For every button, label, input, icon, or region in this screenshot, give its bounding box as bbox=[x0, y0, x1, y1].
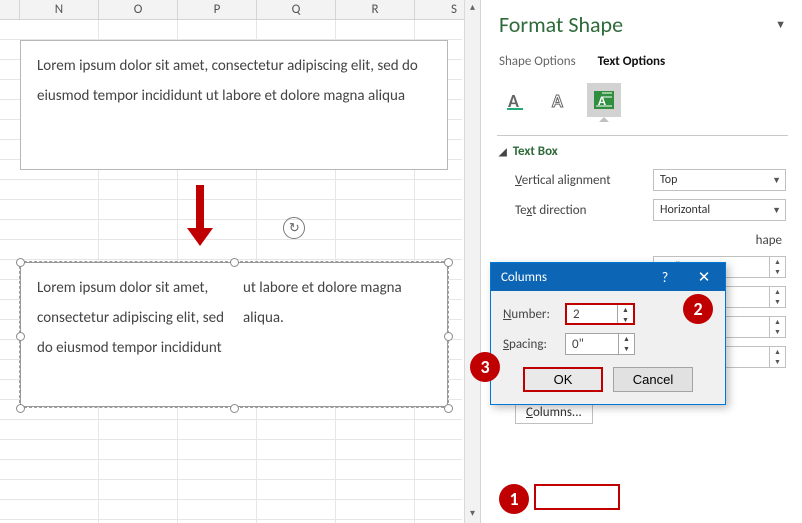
spinner-arrows-icon[interactable]: ▲▼ bbox=[769, 257, 785, 277]
number-label: Number: bbox=[503, 307, 565, 322]
svg-text:A: A bbox=[508, 90, 519, 111]
spacing-spinner[interactable]: 0" ▲▼ bbox=[565, 333, 635, 355]
scroll-up-icon[interactable]: ▴ bbox=[465, 0, 480, 16]
panel-title: Format Shape bbox=[499, 11, 623, 38]
scroll-down-icon[interactable]: ▾ bbox=[465, 506, 480, 522]
text-fill-outline-icon[interactable]: A bbox=[499, 83, 533, 117]
tab-shape-options[interactable]: Shape Options bbox=[499, 54, 576, 69]
col-header[interactable]: Q bbox=[257, 0, 336, 19]
svg-text:A: A bbox=[552, 90, 563, 111]
resize-handle[interactable] bbox=[444, 332, 453, 341]
callout-3: 3 bbox=[470, 352, 500, 382]
help-icon[interactable]: ? bbox=[647, 269, 683, 286]
spinner-arrows-icon[interactable]: ▲▼ bbox=[617, 305, 633, 323]
ok-button[interactable]: OK bbox=[523, 367, 603, 392]
resize-handle[interactable] bbox=[444, 258, 453, 267]
svg-text:A: A bbox=[598, 94, 606, 109]
resize-handle[interactable] bbox=[230, 404, 239, 413]
resize-handle[interactable] bbox=[16, 332, 25, 341]
text-box-single-column[interactable]: Lorem ipsum dolor sit amet, consectetur … bbox=[20, 40, 448, 170]
options-tabstrip: Shape Options Text Options bbox=[499, 54, 786, 69]
panel-menu-caret-icon[interactable]: ▼ bbox=[775, 18, 786, 31]
text-effects-icon[interactable]: A bbox=[543, 83, 577, 117]
col-header[interactable]: O bbox=[99, 0, 178, 19]
column-headers: N O P Q R S bbox=[0, 0, 480, 20]
spinner-arrows-icon[interactable]: ▲▼ bbox=[769, 317, 785, 337]
spacing-label: Spacing: bbox=[503, 337, 565, 352]
cancel-button[interactable]: Cancel bbox=[613, 367, 693, 392]
callout-2: 2 bbox=[683, 294, 713, 324]
tab-text-options[interactable]: Text Options bbox=[598, 54, 666, 69]
vertical-scrollbar[interactable]: ▴ ▾ bbox=[464, 0, 480, 523]
dialog-titlebar[interactable]: Columns ? ✕ bbox=[491, 263, 725, 291]
resize-handle[interactable] bbox=[16, 258, 25, 267]
close-icon[interactable]: ✕ bbox=[683, 268, 725, 287]
text-direction-label: Text direction bbox=[515, 203, 653, 218]
col-header[interactable]: R bbox=[336, 0, 415, 19]
col-header[interactable] bbox=[0, 0, 20, 19]
text-box-selected[interactable]: ↻ Lorem ipsum dolor sit amet, consectetu… bbox=[10, 252, 458, 417]
col-header[interactable]: P bbox=[178, 0, 257, 19]
text-box-two-column[interactable]: Lorem ipsum dolor sit amet, consectetur … bbox=[20, 262, 448, 407]
collapse-triangle-icon: ◢ bbox=[499, 145, 507, 158]
spinner-arrows-icon[interactable]: ▲▼ bbox=[769, 287, 785, 307]
resize-handle[interactable] bbox=[230, 258, 239, 267]
dropdown-icon: ▼ bbox=[772, 205, 781, 216]
number-spinner[interactable]: 2 ▲▼ bbox=[565, 303, 635, 325]
callout-1: 1 bbox=[499, 484, 529, 514]
spinner-arrows-icon[interactable]: ▲▼ bbox=[769, 347, 785, 367]
dropdown-icon: ▼ bbox=[772, 175, 781, 186]
col-header[interactable]: N bbox=[20, 0, 99, 19]
dialog-title: Columns bbox=[501, 270, 547, 285]
worksheet: N O P Q R S ▴ ▾ Lorem ipsum dolor sit am… bbox=[0, 0, 480, 523]
columns-dialog: Columns ? ✕ Number: 2 ▲▼ Spacing: 0" ▲▼ … bbox=[490, 262, 726, 405]
textbox-icon[interactable]: A bbox=[587, 83, 621, 117]
resize-handle[interactable] bbox=[444, 404, 453, 413]
resize-handle[interactable] bbox=[16, 404, 25, 413]
highlight-columns-button bbox=[534, 484, 620, 510]
red-arrow-icon bbox=[190, 185, 210, 245]
section-text-box[interactable]: ◢ Text Box bbox=[499, 144, 786, 159]
spinner-arrows-icon[interactable]: ▲▼ bbox=[618, 334, 634, 354]
vertical-alignment-label: Vertical alignment bbox=[515, 173, 653, 188]
truncated-label: hape bbox=[653, 233, 786, 248]
vertical-alignment-combo[interactable]: Top▼ bbox=[653, 169, 786, 191]
text-direction-combo[interactable]: Horizontal▼ bbox=[653, 199, 786, 221]
